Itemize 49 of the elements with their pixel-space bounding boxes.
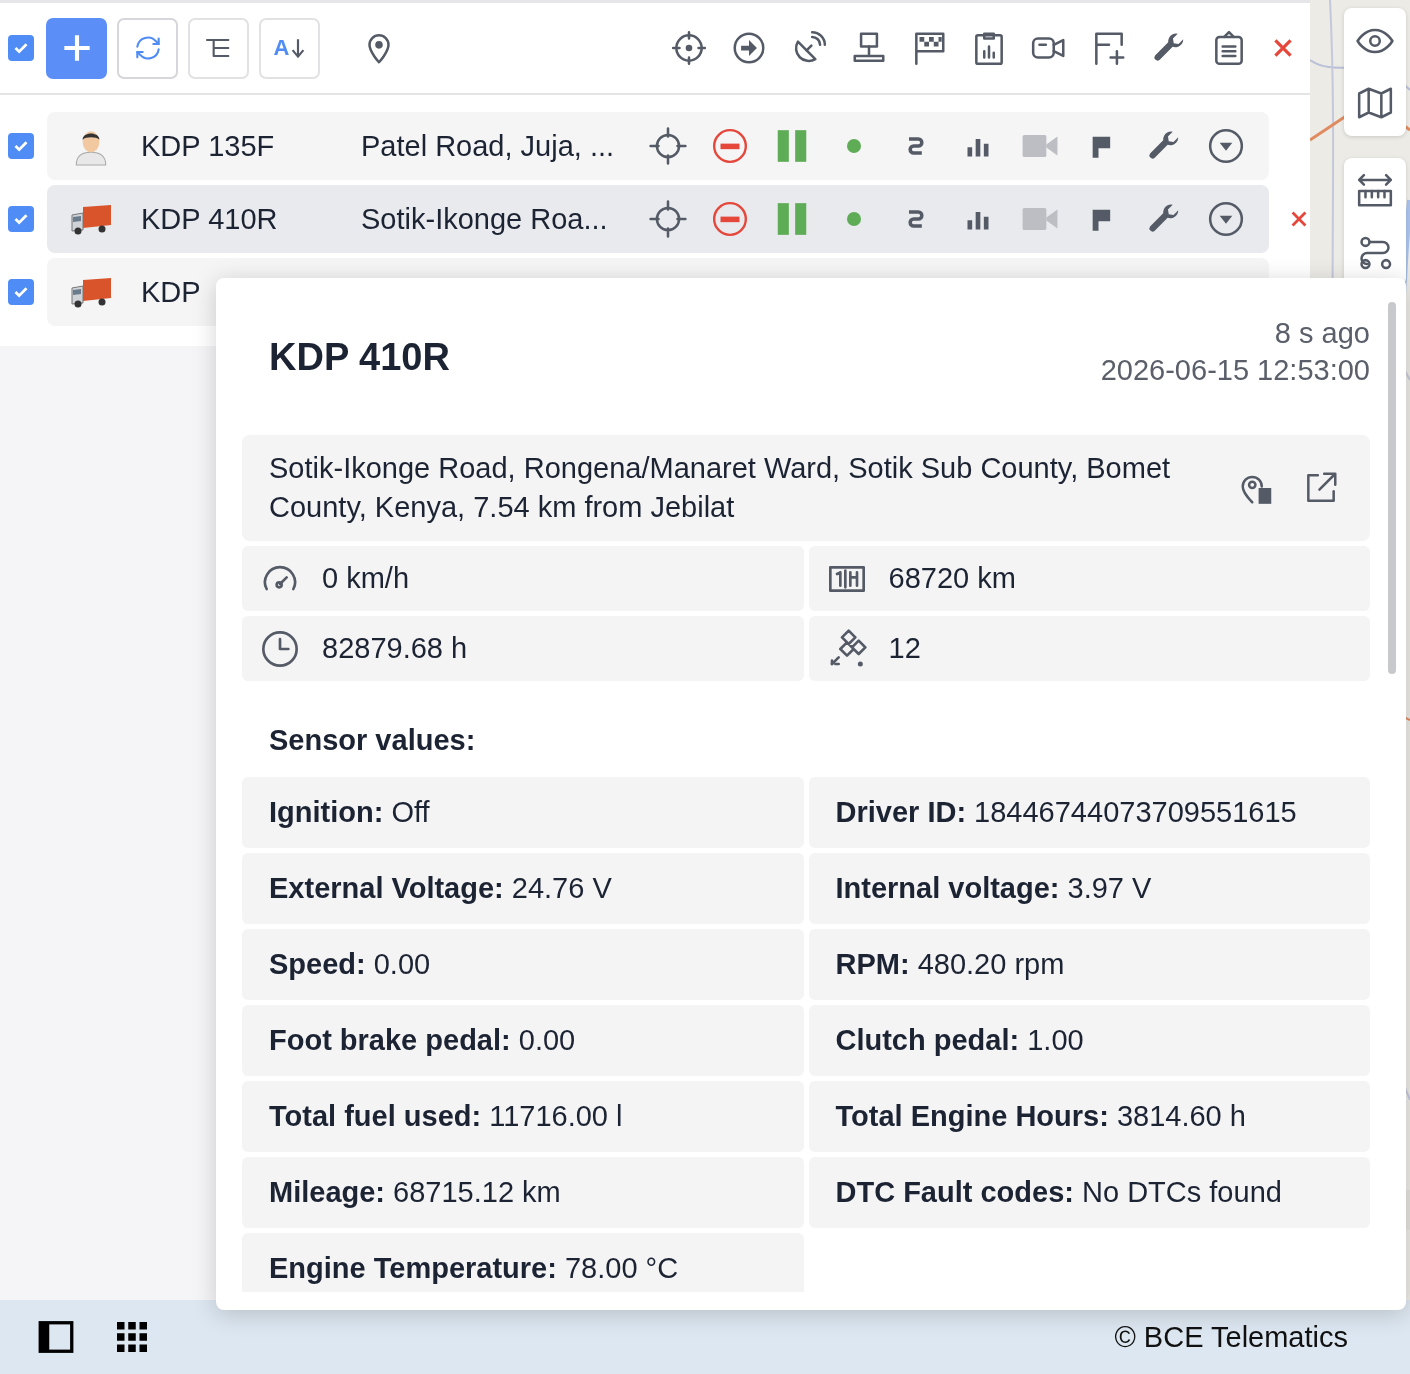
sensor-value: Clutch pedal: 1.00 — [835, 1024, 1084, 1057]
sensor-value: Total fuel used: 11716.00 l — [269, 1100, 623, 1133]
sensor-value: DTC Fault codes: No DTCs found — [835, 1176, 1282, 1209]
refresh-button[interactable] — [117, 17, 178, 79]
sensor-values-heading: Sensor values: — [268, 723, 477, 758]
panel-toggle-icon[interactable] — [38, 1319, 74, 1355]
scrollbar[interactable] — [1388, 302, 1396, 674]
copyright-text: © BCE Telematics — [1114, 1320, 1348, 1354]
select-all-checkbox[interactable] — [8, 35, 34, 61]
grid-icon[interactable] — [114, 1319, 150, 1355]
add-button[interactable] — [46, 17, 107, 79]
address-text: Sotik-Ikonge Road, Rongena/Manaret Ward, Sotik Sub County, Bomet County, Kenya, 7.54 km from Jebilat — [269, 451, 1172, 525]
tree-view-button[interactable] — [188, 17, 249, 79]
object-row[interactable]: KDP 135F Patel Road, Juja, ... — [47, 112, 1269, 180]
sensor-value: Driver ID: 18446744073709551615 — [835, 796, 1297, 829]
crosshair-icon[interactable] — [649, 127, 687, 165]
time-ago: 8 s ago — [1274, 317, 1370, 350]
sensor-value: Engine Temperature: 78.00 °C — [269, 1252, 679, 1285]
row-checkbox[interactable] — [8, 133, 34, 159]
stat-value: 12 — [888, 632, 921, 665]
crosshair-icon[interactable] — [649, 200, 687, 238]
stat-value: 0 km/h — [322, 562, 410, 595]
object-address: Patel Road, Juja, ... — [361, 129, 616, 163]
sensor-value: Internal voltage: 3.97 V — [835, 872, 1152, 905]
stat-value: 82879.68 h — [322, 632, 468, 665]
ruler-icon[interactable] — [1356, 172, 1394, 210]
sensor-value: Mileage: 68715.12 km — [269, 1176, 561, 1209]
popup-title: KDP 410R — [269, 336, 450, 379]
stat-value: 68720 km — [888, 562, 1016, 595]
timestamp: 2026-06-15 12:53:00 — [1100, 354, 1370, 387]
dropdown-icon[interactable] — [1207, 127, 1245, 165]
clock-icon — [260, 628, 300, 669]
row-checkbox[interactable] — [8, 206, 34, 232]
sensor-value: Ignition: Off — [269, 796, 430, 829]
sensor-value: External Voltage: 24.76 V — [269, 872, 612, 905]
stop-icon[interactable] — [711, 127, 749, 165]
object-address: Sotik-Ikonge Roa... — [361, 202, 609, 236]
sensor-value: RPM: 480.20 rpm — [835, 948, 1065, 981]
sensor-value: Total Engine Hours: 3814.60 h — [835, 1100, 1246, 1133]
locate-icon[interactable] — [670, 29, 708, 67]
object-name: KDP 135F — [141, 129, 276, 163]
row-checkbox[interactable] — [8, 279, 34, 305]
dropdown-icon[interactable] — [1207, 200, 1245, 238]
sensor-value: Speed: 0.00 — [269, 948, 431, 981]
object-row[interactable]: KDP 410R Sotik-Ikonge Roa... — [47, 185, 1269, 253]
object-name: KDP 410R — [141, 202, 279, 236]
sensor-value: Foot brake pedal: 0.00 — [269, 1024, 576, 1057]
stop-icon[interactable] — [711, 200, 749, 238]
object-name: KDP — [141, 275, 202, 309]
